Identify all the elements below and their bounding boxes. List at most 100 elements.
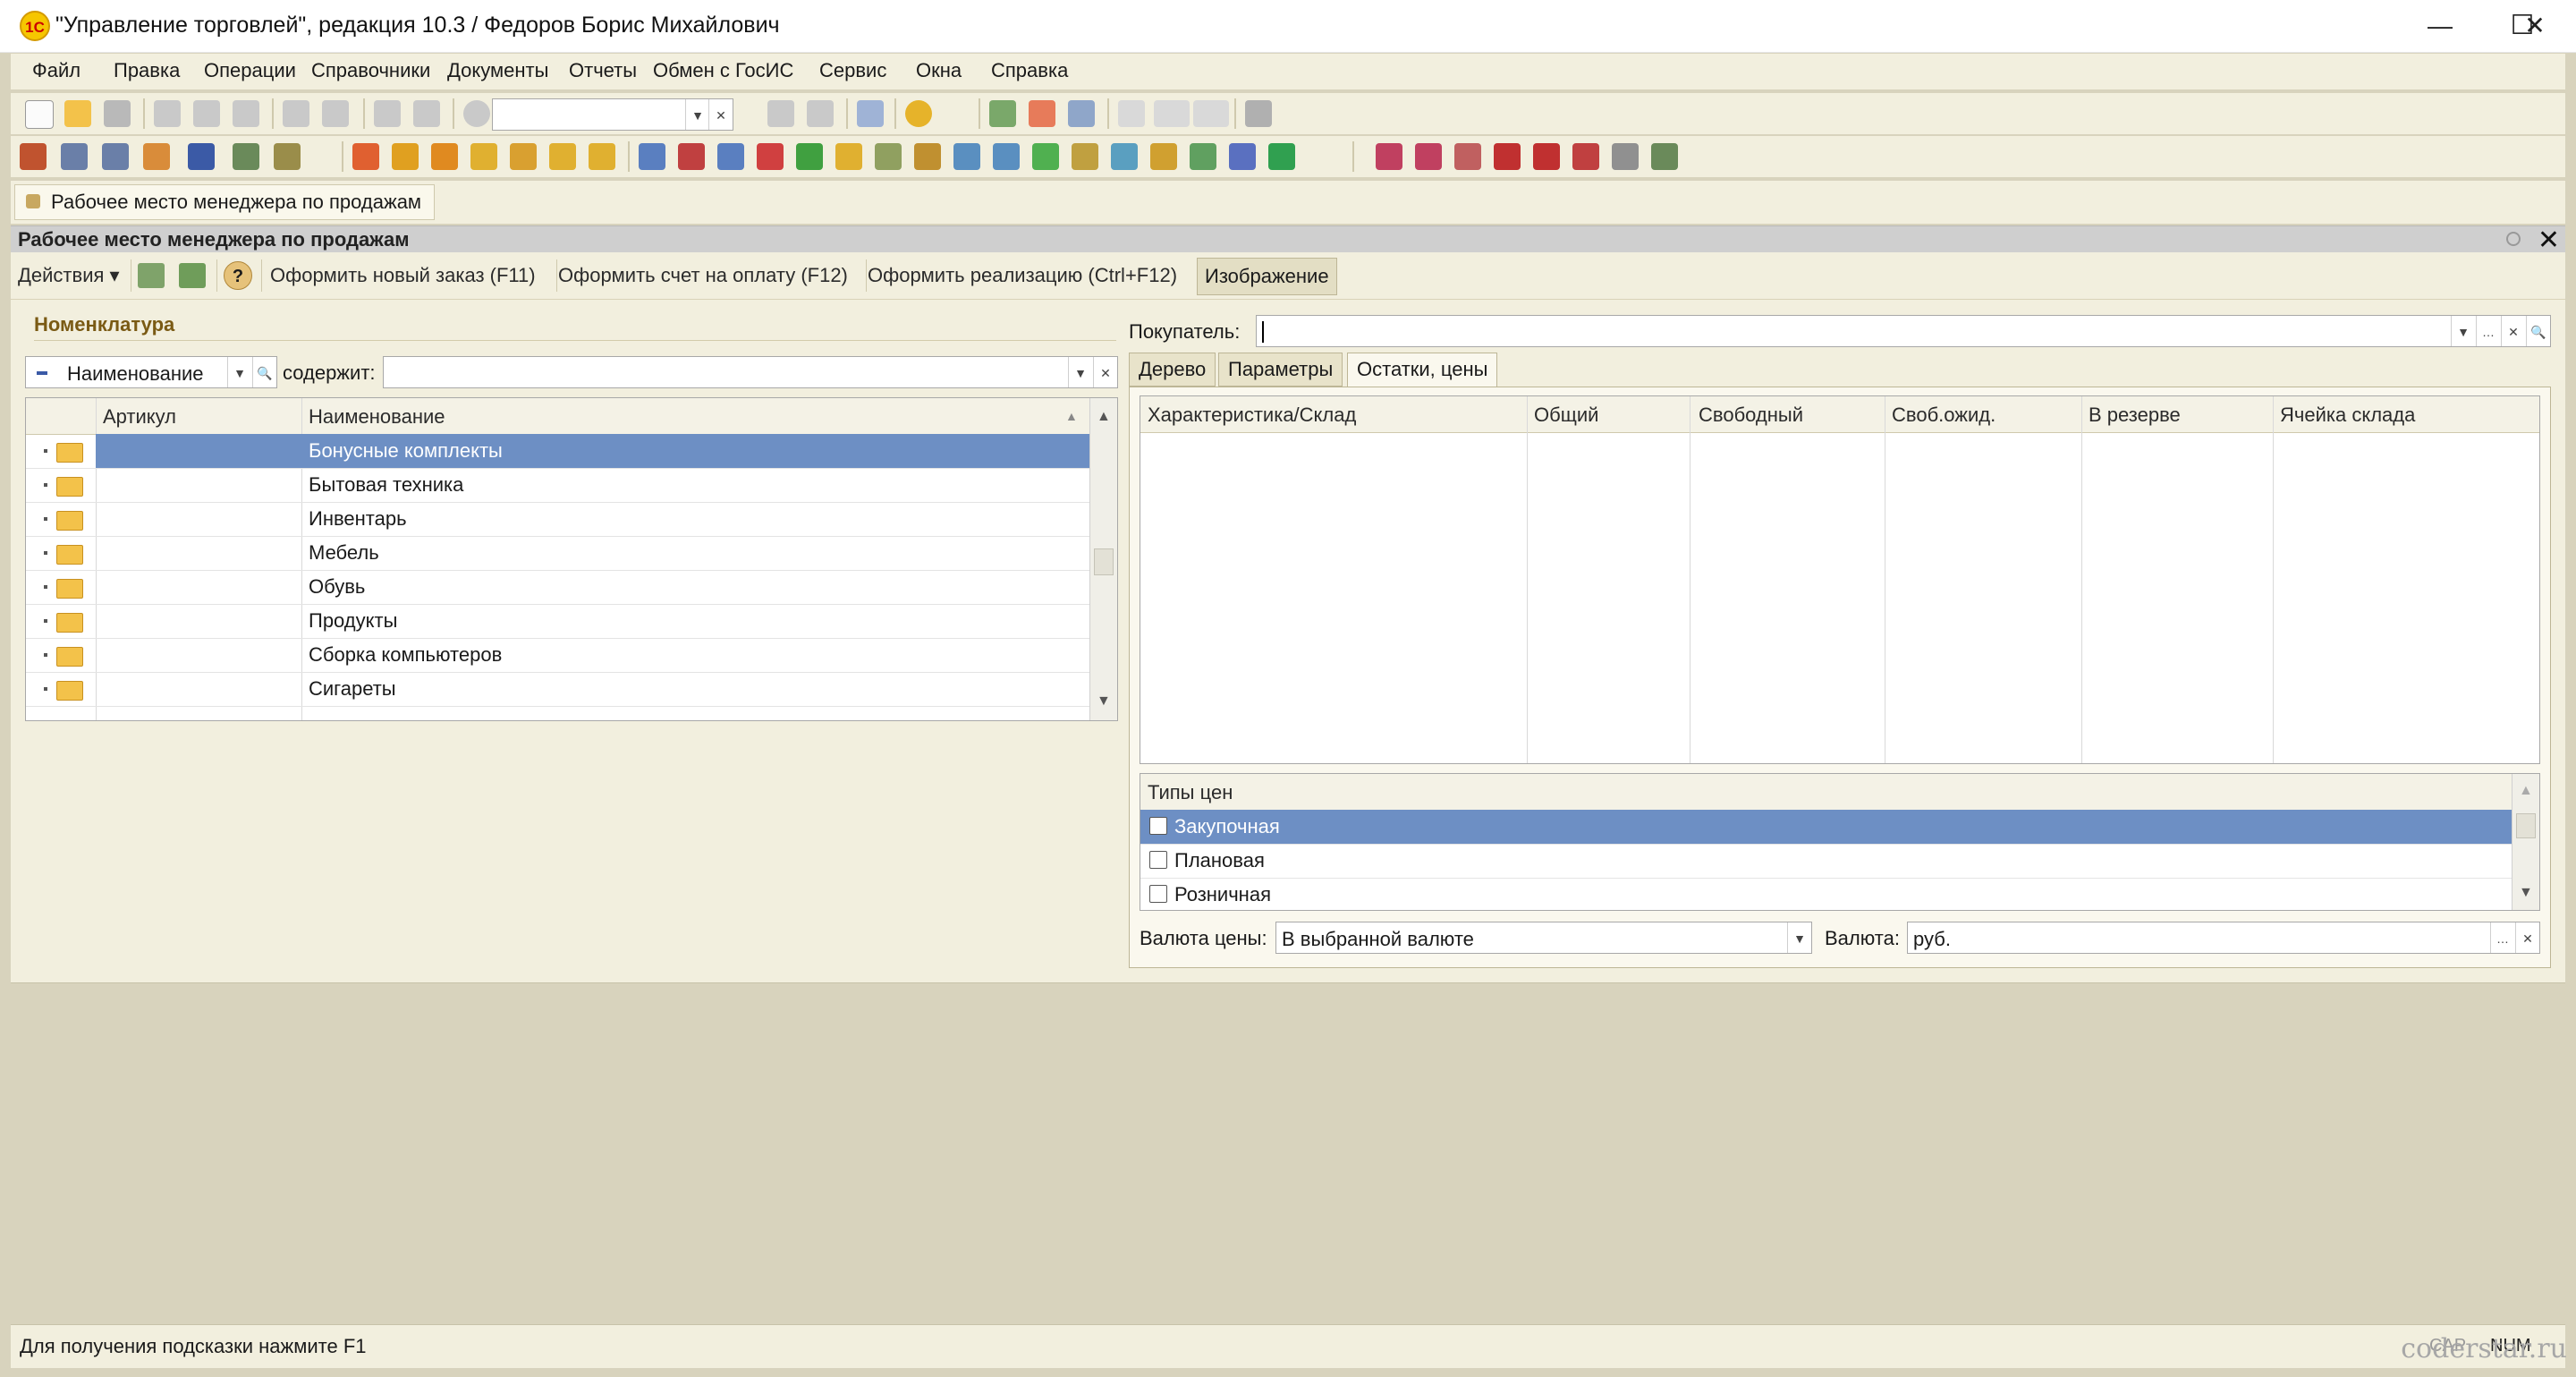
- calculator-icon[interactable]: [989, 100, 1016, 127]
- contains-input[interactable]: ▼ ✕: [383, 356, 1118, 388]
- filter-field-select[interactable]: Наименование ▼ 🔍: [25, 356, 277, 388]
- archive-icon[interactable]: [1612, 143, 1639, 170]
- column-header-free[interactable]: Свободный: [1699, 404, 1803, 427]
- menu-edit[interactable]: Правка: [114, 59, 180, 82]
- edit-icon[interactable]: [274, 143, 301, 170]
- find-next-icon[interactable]: [767, 100, 794, 127]
- journal-icon[interactable]: [61, 143, 88, 170]
- redo-icon[interactable]: [413, 100, 440, 127]
- price-type-checkbox[interactable]: [1149, 817, 1167, 835]
- price-type-checkbox[interactable]: [1149, 851, 1167, 869]
- scroll-thumb[interactable]: [1094, 548, 1114, 575]
- expand-icon[interactable]: [44, 687, 47, 691]
- table-row[interactable]: Инвентарь: [26, 502, 1117, 537]
- contacts-icon[interactable]: [1376, 143, 1402, 170]
- column-header-price-types[interactable]: Типы цен: [1148, 781, 1233, 804]
- document-icon[interactable]: [953, 143, 980, 170]
- paste-icon[interactable]: [233, 100, 259, 127]
- expand-icon[interactable]: [44, 585, 47, 589]
- binoculars-icon[interactable]: [188, 143, 215, 170]
- cut-icon[interactable]: [154, 100, 181, 127]
- buyer-input[interactable]: ▼ … ✕ 🔍: [1256, 315, 2551, 347]
- money-icon[interactable]: [470, 143, 497, 170]
- help-icon[interactable]: ?: [224, 261, 252, 290]
- table-scrollbar[interactable]: ▲ ▼: [1089, 398, 1117, 720]
- menu-help[interactable]: Справка: [991, 59, 1068, 82]
- copy-icon[interactable]: [193, 100, 220, 127]
- menu-windows[interactable]: Окна: [916, 59, 962, 82]
- invoice-icon[interactable]: [678, 143, 705, 170]
- tab-parameters[interactable]: Параметры: [1218, 353, 1343, 387]
- print-preview-icon[interactable]: [322, 100, 349, 127]
- open-window-tab[interactable]: Рабочее место менеджера по продажам: [14, 184, 436, 220]
- chevron-down-icon[interactable]: ▼: [227, 357, 251, 387]
- sum-icon[interactable]: [1533, 143, 1560, 170]
- price-type-row[interactable]: Плановая: [1140, 844, 2512, 879]
- menu-documents[interactable]: Документы: [447, 59, 548, 82]
- expand-icon[interactable]: [44, 517, 47, 521]
- menu-reports[interactable]: Отчеты: [569, 59, 637, 82]
- coins-icon[interactable]: [835, 143, 862, 170]
- column-header-article[interactable]: Артикул: [103, 405, 176, 429]
- receipt-icon[interactable]: [717, 143, 744, 170]
- register-icon[interactable]: [102, 143, 129, 170]
- tab-tree[interactable]: Дерево: [1129, 353, 1216, 387]
- save-icon[interactable]: [104, 100, 131, 127]
- menu-operations[interactable]: Операции: [204, 59, 296, 82]
- expand-icon[interactable]: [44, 483, 47, 487]
- scroll-up-icon[interactable]: ▲: [1097, 409, 1111, 425]
- sort-asc-icon[interactable]: ▲: [1065, 409, 1078, 423]
- clear-icon[interactable]: ✕: [708, 99, 733, 130]
- table-row[interactable]: Бытовая техника: [26, 468, 1117, 503]
- close-window-button[interactable]: ✕: [2494, 0, 2576, 52]
- column-header-reserved[interactable]: В резерве: [2089, 404, 2181, 427]
- add-item-icon[interactable]: [1032, 143, 1059, 170]
- print-icon[interactable]: [283, 100, 309, 127]
- new-document-icon[interactable]: [25, 100, 54, 129]
- sale-icon[interactable]: [914, 143, 941, 170]
- expand-icon[interactable]: [44, 551, 47, 555]
- toolbar-search-input[interactable]: ▼ ✕: [492, 98, 733, 131]
- catalog-icon[interactable]: [20, 143, 47, 170]
- goods-icon[interactable]: [875, 143, 902, 170]
- table-row[interactable]: Продукты: [26, 604, 1117, 639]
- info-icon[interactable]: [905, 100, 932, 127]
- users-icon[interactable]: [1068, 100, 1095, 127]
- minimize-button[interactable]: —: [2399, 0, 2481, 52]
- menu-file[interactable]: Файл: [32, 59, 80, 82]
- table-row[interactable]: Обувь: [26, 570, 1117, 605]
- close-form-icon[interactable]: ✕: [2538, 225, 2560, 256]
- chevron-down-icon[interactable]: ▼: [1068, 357, 1092, 387]
- chevron-down-icon[interactable]: ▼: [2451, 316, 2475, 346]
- chevron-down-icon[interactable]: ▼: [1787, 922, 1811, 953]
- column-header-name[interactable]: Наименование: [309, 405, 445, 429]
- suppliers-icon[interactable]: [431, 143, 458, 170]
- clear-icon[interactable]: ✕: [2515, 922, 2539, 953]
- partners-icon[interactable]: [352, 143, 379, 170]
- search-icon[interactable]: [463, 100, 490, 127]
- invoice-button[interactable]: Оформить счет на оплату (F12): [558, 264, 848, 287]
- table-row[interactable]: Бонусные комплекты: [26, 434, 1117, 469]
- calendar-icon[interactable]: [1029, 100, 1055, 127]
- approve-icon[interactable]: [1190, 143, 1216, 170]
- return-icon[interactable]: [757, 143, 784, 170]
- printer-form-icon[interactable]: [143, 143, 170, 170]
- scroll-thumb[interactable]: [2516, 813, 2536, 838]
- stock-icon[interactable]: [1150, 143, 1177, 170]
- select-ellipsis-icon[interactable]: …: [2490, 922, 2514, 953]
- tab-stock-prices[interactable]: Остатки, цены: [1347, 353, 1498, 388]
- scroll-up-icon[interactable]: ▲: [2519, 783, 2533, 799]
- windows-icon[interactable]: [857, 100, 884, 127]
- price-currency-select[interactable]: В выбранной валюте ▼: [1275, 922, 1812, 954]
- menu-catalogs[interactable]: Справочники: [311, 59, 430, 82]
- payment-icon[interactable]: [549, 143, 576, 170]
- table-row[interactable]: Сигареты: [26, 672, 1117, 707]
- report-icon[interactable]: [1229, 143, 1256, 170]
- memory-minus-icon[interactable]: [1193, 100, 1229, 127]
- find-prev-icon[interactable]: [807, 100, 834, 127]
- expand-icon[interactable]: [44, 449, 47, 453]
- order-icon[interactable]: [639, 143, 665, 170]
- currency-input[interactable]: руб. … ✕: [1907, 922, 2540, 954]
- sale-button[interactable]: Оформить реализацию (Ctrl+F12): [868, 264, 1177, 287]
- price-list-icon[interactable]: [1072, 143, 1098, 170]
